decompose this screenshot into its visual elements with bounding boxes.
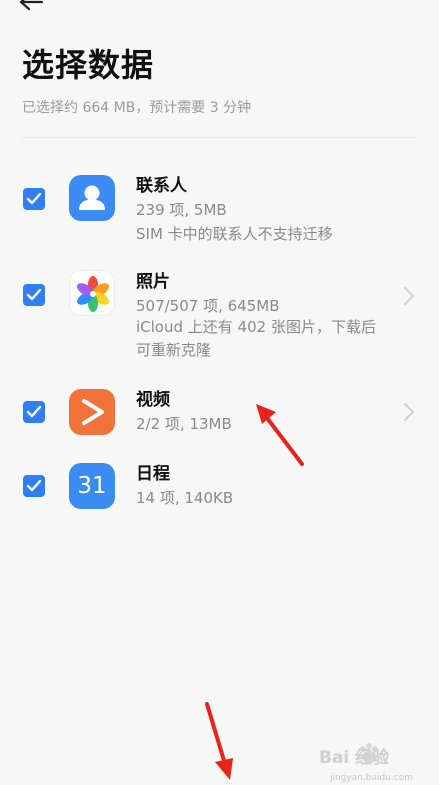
calendar-checkbox[interactable] bbox=[23, 475, 45, 497]
video-checkbox[interactable] bbox=[23, 401, 45, 423]
divider bbox=[22, 137, 417, 138]
contacts-icon bbox=[69, 175, 115, 221]
contacts-name: 联系人 bbox=[136, 176, 187, 196]
chevron-right-icon[interactable] bbox=[403, 286, 415, 306]
selection-summary: 已选择约 664 MB，预计需要 3 分钟 bbox=[22, 100, 252, 116]
calendar-icon: 31 bbox=[69, 463, 115, 509]
calendar-name: 日程 bbox=[136, 464, 170, 484]
page-title: 选择数据 bbox=[22, 46, 155, 84]
photos-detail: 507/507 项, 645MB bbox=[136, 297, 280, 315]
contacts-checkbox[interactable] bbox=[23, 188, 45, 210]
annotation-arrow-icon bbox=[205, 702, 233, 780]
watermark-logo: Bai 经验 bbox=[319, 741, 409, 768]
list-item-video[interactable]: 视频 2/2 项, 13MB bbox=[0, 384, 439, 444]
check-icon bbox=[26, 405, 42, 418]
annotation-arrow-icon bbox=[256, 404, 304, 466]
calendar-detail: 14 项, 140KB bbox=[136, 489, 234, 507]
list-item-photos[interactable]: 照片 507/507 项, 645MB iCloud 上还有 402 张图片，下… bbox=[0, 266, 439, 366]
video-icon bbox=[69, 389, 115, 435]
check-icon bbox=[26, 288, 42, 301]
watermark-url: jingyan.baidu.com bbox=[329, 773, 413, 783]
contacts-note: SIM 卡中的联系人不支持迁移 bbox=[136, 225, 333, 243]
check-icon bbox=[26, 192, 42, 205]
photos-name: 照片 bbox=[136, 272, 170, 292]
back-arrow-icon[interactable] bbox=[18, 0, 44, 16]
list-item-calendar[interactable]: 31 日程 14 项, 140KB bbox=[0, 458, 439, 518]
photos-note: iCloud 上还有 402 张图片，下载后可重新克隆 bbox=[136, 318, 376, 359]
list-item-contacts[interactable]: 联系人 239 项, 5MB SIM 卡中的联系人不支持迁移 bbox=[0, 170, 439, 250]
check-icon bbox=[26, 479, 42, 492]
contacts-detail: 239 项, 5MB bbox=[136, 201, 227, 219]
calendar-icon-date: 31 bbox=[77, 473, 107, 499]
photos-checkbox[interactable] bbox=[23, 284, 45, 306]
watermark-text: Bai 经验 bbox=[319, 748, 390, 768]
chevron-right-icon[interactable] bbox=[403, 402, 415, 422]
video-detail: 2/2 项, 13MB bbox=[136, 415, 232, 433]
photos-icon bbox=[69, 270, 115, 316]
video-name: 视频 bbox=[136, 390, 170, 410]
